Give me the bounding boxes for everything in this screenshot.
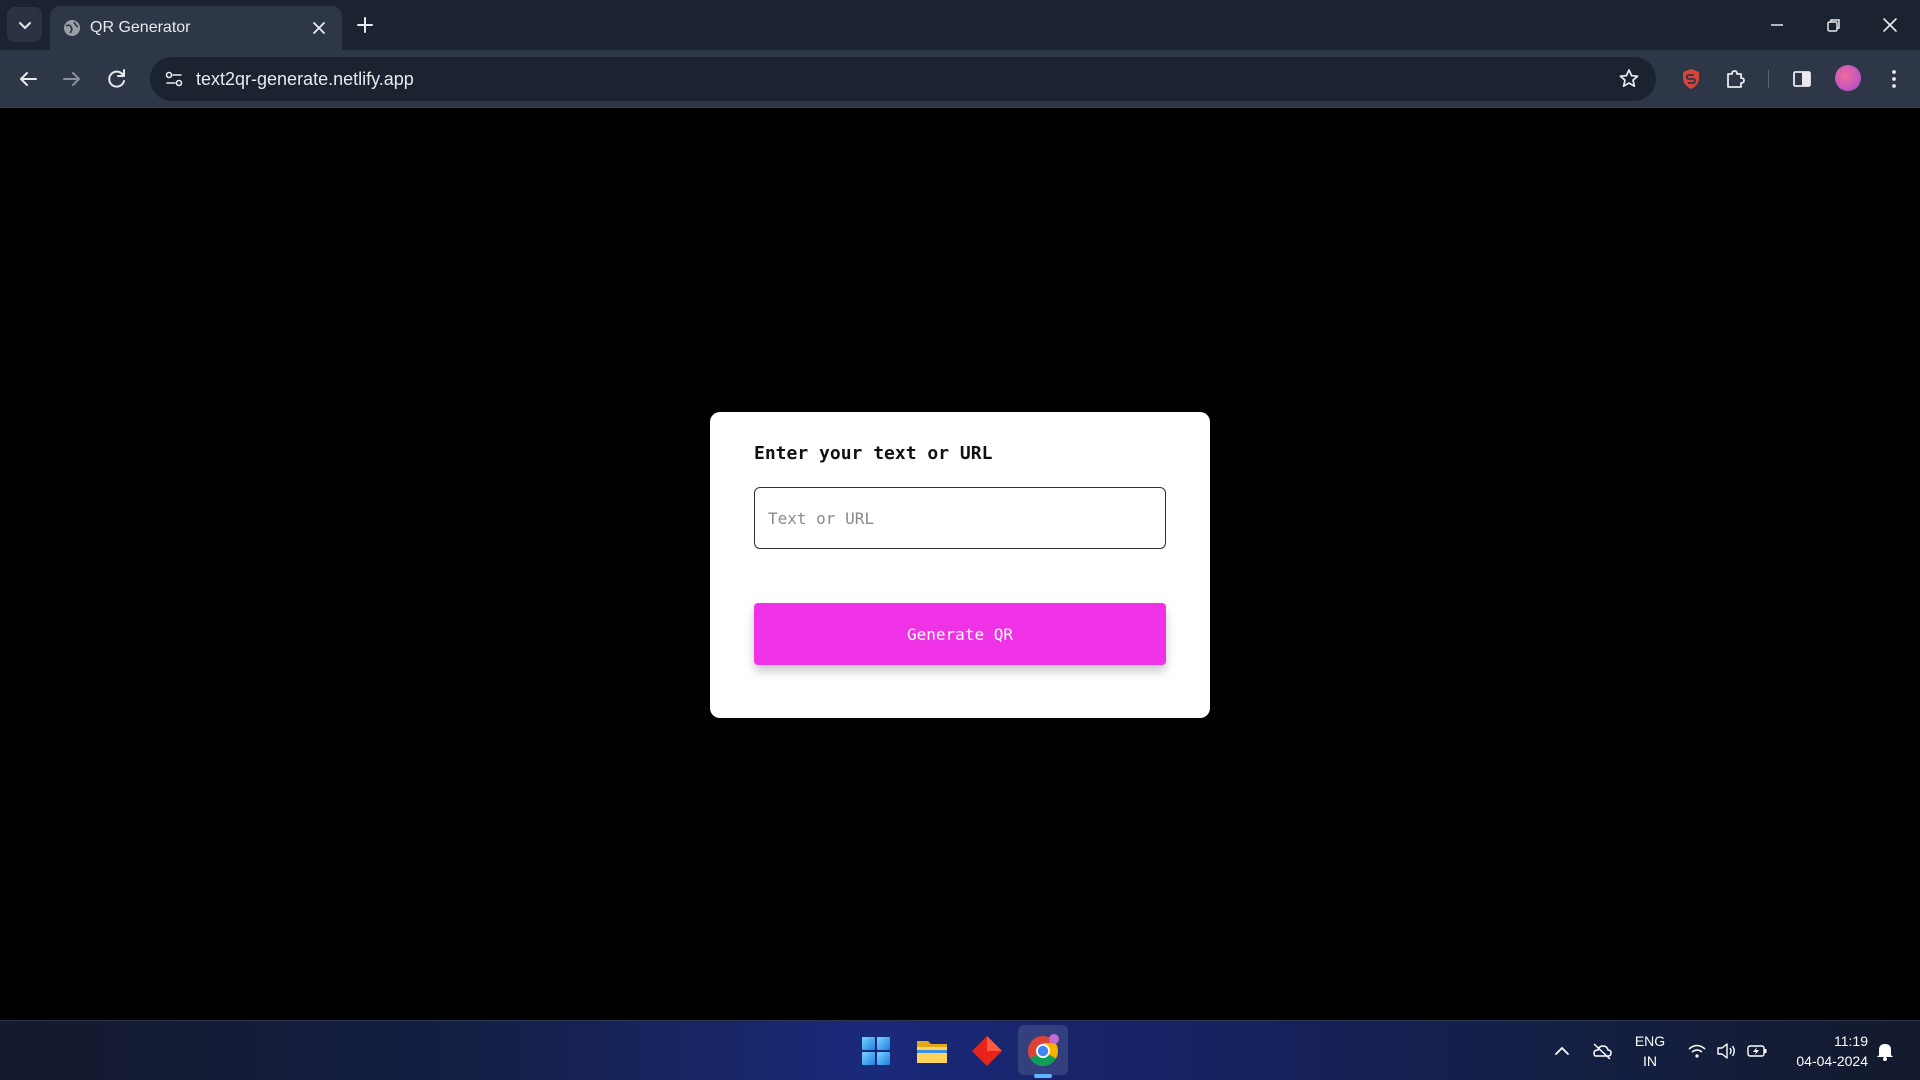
- tab-qr-generator[interactable]: QR Generator: [50, 6, 342, 50]
- forward-arrow-icon[interactable]: [58, 65, 86, 93]
- language-code: ENG: [1634, 1033, 1666, 1049]
- chevron-down-icon: [18, 21, 31, 29]
- security-extension-icon[interactable]: [1677, 65, 1705, 93]
- active-app-indicator: [1034, 1074, 1052, 1078]
- generate-qr-button[interactable]: Generate QR: [754, 603, 1166, 665]
- battery-charging-icon[interactable]: [1745, 1039, 1769, 1063]
- address-bar[interactable]: text2qr-generate.netlify.app: [150, 57, 1656, 101]
- tab-title: QR Generator: [90, 19, 191, 36]
- input-label: Enter your text or URL: [754, 443, 993, 464]
- site-settings-icon[interactable]: [160, 65, 188, 93]
- url-text[interactable]: text2qr-generate.netlify.app: [196, 69, 414, 90]
- toolbar-divider: [1768, 70, 1769, 88]
- globe-icon: [64, 20, 80, 36]
- back-arrow-icon[interactable]: [14, 65, 42, 93]
- input-language-indicator[interactable]: ENG IN: [1628, 1031, 1672, 1071]
- restore-icon[interactable]: [1820, 12, 1846, 38]
- wifi-icon[interactable]: [1685, 1039, 1709, 1063]
- file-explorer-icon[interactable]: [911, 1030, 953, 1072]
- extensions-puzzle-icon[interactable]: [1721, 65, 1749, 93]
- notification-bell-icon[interactable]: [1873, 1039, 1897, 1063]
- side-panel-icon[interactable]: [1788, 65, 1816, 93]
- text-url-input[interactable]: [754, 487, 1166, 549]
- qr-form-card: Enter your text or URL Generate QR: [710, 412, 1210, 718]
- system-clock[interactable]: 11:19 04-04-2024: [1774, 1031, 1868, 1071]
- page-viewport: Enter your text or URL Generate QR: [0, 109, 1920, 1020]
- onedrive-offline-icon[interactable]: [1590, 1039, 1614, 1063]
- windows-start-icon[interactable]: [855, 1030, 897, 1072]
- clock-date: 04-04-2024: [1796, 1053, 1868, 1069]
- browser-tab-strip: QR Generator: [0, 0, 1920, 50]
- more-menu-icon[interactable]: [1880, 65, 1908, 93]
- bookmark-star-icon[interactable]: [1616, 66, 1642, 92]
- minimize-icon[interactable]: [1764, 12, 1790, 38]
- profile-avatar[interactable]: [1835, 65, 1861, 91]
- tab-search-button[interactable]: [7, 7, 42, 42]
- new-tab-plus-icon[interactable]: [352, 12, 378, 38]
- clock-time: 11:19: [1834, 1033, 1868, 1049]
- language-region: IN: [1643, 1053, 1657, 1069]
- diamond-app-icon[interactable]: [966, 1030, 1008, 1072]
- close-window-icon[interactable]: [1877, 12, 1903, 38]
- show-hidden-icons-chevron-up-icon[interactable]: [1550, 1039, 1574, 1063]
- close-tab-icon[interactable]: [309, 18, 329, 38]
- volume-icon[interactable]: [1714, 1039, 1738, 1063]
- browser-toolbar: text2qr-generate.netlify.app: [0, 50, 1920, 108]
- windows-taskbar: ENG IN 11:19 04-04-2024: [0, 1020, 1920, 1080]
- chrome-icon[interactable]: [1022, 1030, 1064, 1072]
- reload-icon[interactable]: [103, 65, 131, 93]
